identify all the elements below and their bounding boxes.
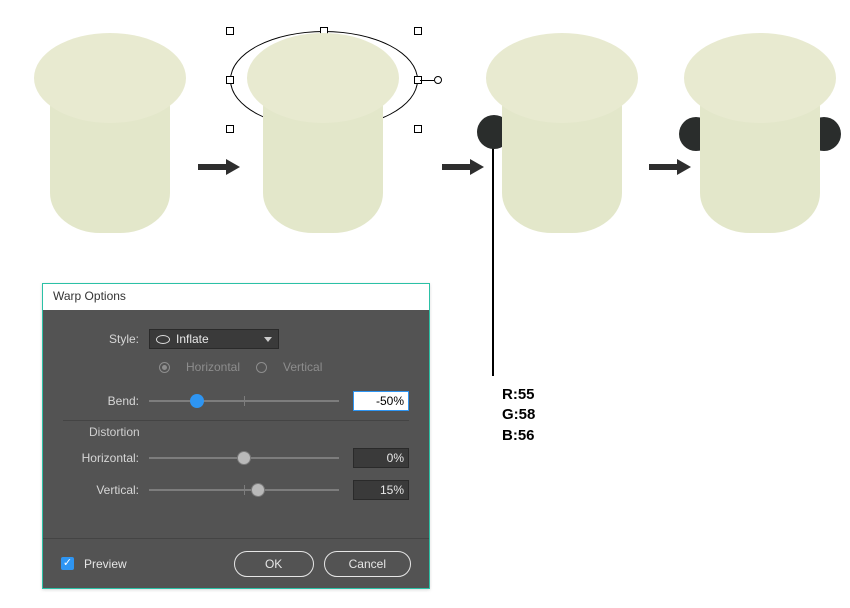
preview-label: Preview [84,557,127,571]
v-dist-value-input[interactable]: 15% [353,480,409,500]
vertical-radio[interactable] [256,362,267,373]
cancel-button[interactable]: Cancel [324,551,411,577]
shape-cap [34,33,186,123]
shape-state-3 [487,33,637,233]
bbox-handle[interactable] [414,125,422,133]
horizontal-radio-label: Horizontal [186,360,240,374]
style-value: Inflate [176,332,209,346]
bbox-handle[interactable] [226,76,234,84]
rgb-g: G:58 [502,405,535,425]
style-select[interactable]: Inflate [149,329,279,349]
rotate-widget-icon[interactable] [434,76,442,84]
shape-state-4 [685,33,835,233]
slider-thumb[interactable] [251,483,265,497]
bbox-handle[interactable] [226,125,234,133]
distortion-label: Distortion [89,425,409,439]
style-label: Style: [63,332,149,346]
preview-checkbox[interactable]: ✓ [61,557,74,570]
horizontal-radio[interactable] [159,362,170,373]
v-dist-label: Vertical: [63,483,149,497]
h-dist-slider[interactable] [149,448,339,468]
arrow-icon [442,160,484,174]
dialog-body: Style: Inflate Horizontal Vertical Bend: [43,310,429,538]
slider-thumb[interactable] [190,394,204,408]
vertical-radio-label: Vertical [283,360,322,374]
rotate-widget-line [420,80,434,81]
arrow-icon [198,160,240,174]
bbox-handle[interactable] [414,27,422,35]
h-dist-value-input[interactable]: 0% [353,448,409,468]
dialog-title: Warp Options [43,284,429,310]
orientation-radios: Horizontal Vertical [159,356,409,378]
shape-cap [684,33,836,123]
rgb-b: B:56 [502,426,535,446]
warp-options-dialog: Warp Options Style: Inflate Horizontal V… [42,283,430,589]
bend-slider[interactable] [149,391,339,411]
bbox-handle[interactable] [226,27,234,35]
shape-state-2 [248,33,398,233]
shape-cap [247,33,399,123]
callout-line [492,133,494,376]
dialog-footer: ✓ Preview OK Cancel [43,538,429,588]
ok-button[interactable]: OK [234,551,314,577]
v-dist-slider[interactable] [149,480,339,500]
separator [63,420,409,421]
h-dist-label: Horizontal: [63,451,149,465]
rgb-r: R:55 [502,385,535,405]
slider-thumb[interactable] [237,451,251,465]
shape-cap [486,33,638,123]
illustration-canvas [35,25,830,255]
bend-value-input[interactable]: -50% [353,391,409,411]
bend-label: Bend: [63,394,149,408]
rgb-readout: R:55 G:58 B:56 [502,385,535,446]
inflate-icon [156,335,170,344]
chevron-down-icon [264,337,272,342]
shape-state-1 [35,33,185,233]
